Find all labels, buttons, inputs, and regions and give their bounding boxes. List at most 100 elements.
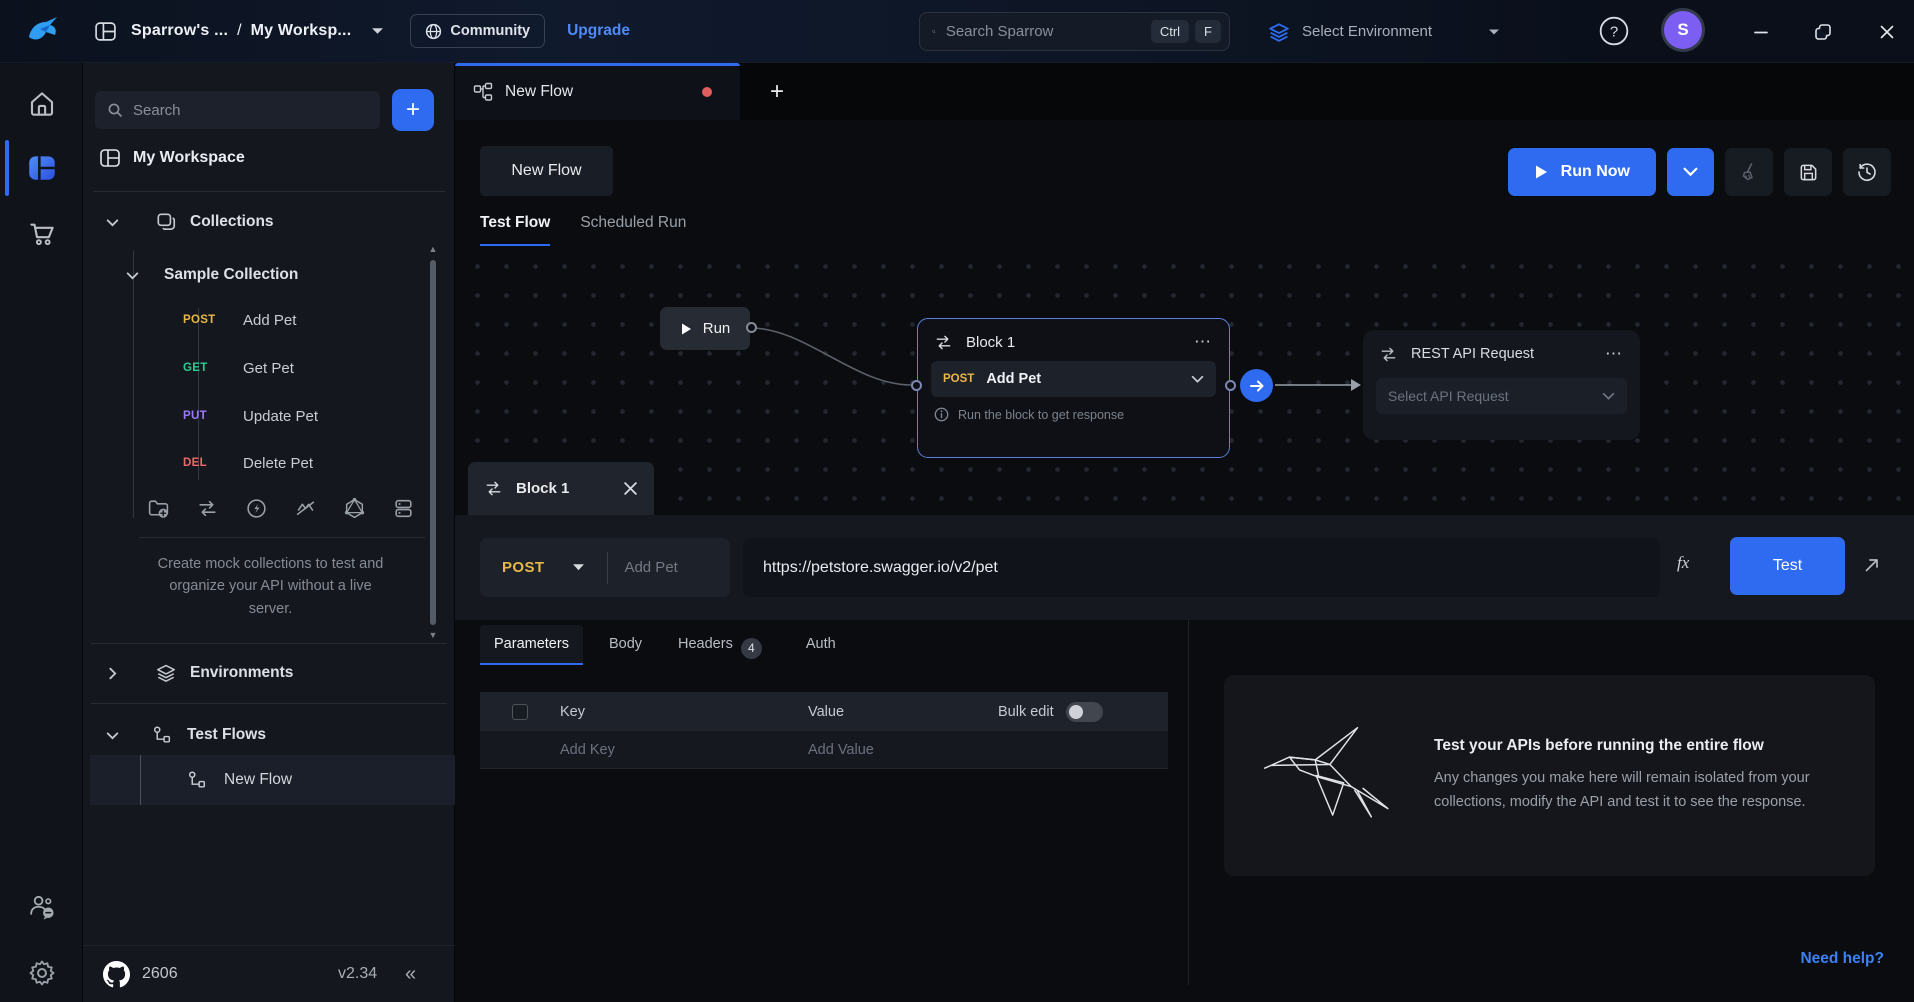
- add-value-placeholder[interactable]: Add Value: [808, 742, 998, 758]
- chevron-right-icon[interactable]: [105, 666, 120, 681]
- new-tab-button[interactable]: +: [760, 75, 794, 109]
- test-flow-icon: [187, 770, 208, 791]
- chevron-down-icon[interactable]: [105, 215, 120, 230]
- rail-home-button[interactable]: [0, 78, 83, 130]
- sidebar-search[interactable]: [95, 91, 380, 129]
- sidebar-footer: 2606 v2.34 «: [83, 945, 455, 1002]
- add-next-block-button[interactable]: [1240, 369, 1273, 402]
- tab-test-flow[interactable]: Test Flow: [480, 214, 550, 246]
- output-port[interactable]: [746, 322, 757, 333]
- chevron-down-icon[interactable]: [105, 728, 120, 743]
- more-menu-icon[interactable]: ⋯: [1605, 344, 1624, 364]
- block-request-select[interactable]: POST Add Pet: [931, 361, 1216, 397]
- rail-settings-button[interactable]: [0, 947, 83, 999]
- socketio-icon[interactable]: [245, 497, 268, 520]
- rail-workspace-button[interactable]: [0, 142, 83, 194]
- rest-request-select[interactable]: Select API Request: [1376, 378, 1627, 414]
- need-help-link[interactable]: Need help?: [1800, 950, 1884, 968]
- bulk-edit-toggle[interactable]: [1066, 702, 1103, 722]
- close-inspector-button[interactable]: [623, 481, 638, 496]
- rail-community-button[interactable]: [0, 881, 83, 933]
- rest-node-title: REST API Request: [1411, 346, 1534, 362]
- open-request-icon[interactable]: [1862, 555, 1882, 575]
- request-item[interactable]: POST Add Pet: [183, 305, 296, 335]
- request-item[interactable]: DEL Delete Pet: [183, 448, 313, 478]
- scroll-down-caret[interactable]: ▼: [428, 631, 438, 639]
- environment-selector[interactable]: Select Environment: [1268, 0, 1500, 63]
- tab-new-flow[interactable]: New Flow: [455, 63, 740, 120]
- github-icon[interactable]: [103, 961, 130, 988]
- flow-canvas[interactable]: Run Block 1 ⋯ POST Add Pet: [455, 250, 1914, 515]
- run-options-button[interactable]: [1667, 148, 1714, 196]
- history-button[interactable]: [1843, 148, 1891, 196]
- scroll-up-caret[interactable]: ▲: [428, 245, 438, 253]
- select-all-checkbox[interactable]: [512, 704, 528, 720]
- tab-body[interactable]: Body: [595, 625, 656, 663]
- add-folder-icon[interactable]: [147, 497, 170, 520]
- output-port[interactable]: [1225, 380, 1236, 391]
- people-chat-icon: [26, 891, 58, 923]
- add-key-placeholder[interactable]: Add Key: [560, 742, 808, 758]
- sidebar-scrollbar-thumb[interactable]: [430, 260, 436, 625]
- flow-title-button[interactable]: New Flow: [480, 146, 613, 196]
- url-input[interactable]: https://petstore.swagger.io/v2/pet: [743, 538, 1660, 597]
- help-button[interactable]: ?: [1598, 15, 1630, 47]
- clear-canvas-button[interactable]: [1725, 148, 1773, 196]
- run-now-button[interactable]: Run Now: [1508, 148, 1656, 196]
- run-node-label: Run: [703, 320, 731, 337]
- graphql-icon[interactable]: [343, 497, 366, 520]
- svg-text:?: ?: [1610, 23, 1618, 40]
- collapse-sidebar-button[interactable]: «: [405, 963, 414, 986]
- sidebar-item-collections[interactable]: Collections: [105, 205, 274, 239]
- topbar-left: Sparrow's ... / My Worksp... Community U…: [0, 14, 630, 48]
- sidebar-search-input[interactable]: [133, 102, 368, 119]
- sidebar-add-button[interactable]: +: [392, 89, 434, 131]
- tab-headers[interactable]: Headers4: [664, 625, 776, 670]
- chevron-down-icon[interactable]: [125, 268, 140, 283]
- more-menu-icon[interactable]: ⋯: [1194, 332, 1213, 352]
- tab-parameters[interactable]: Parameters: [480, 625, 583, 665]
- breadcrumb-workspace[interactable]: Sparrow's ...: [131, 22, 228, 40]
- help-icon: ?: [1598, 15, 1630, 47]
- global-search[interactable]: Ctrl F: [919, 12, 1230, 51]
- rest-node-header: REST API Request ⋯: [1363, 330, 1640, 374]
- window-restore-button[interactable]: [1808, 17, 1838, 47]
- bird-illustration: [1260, 713, 1398, 838]
- block-1-node[interactable]: Block 1 ⋯ POST Add Pet: [917, 318, 1230, 458]
- run-now-label: Run Now: [1561, 163, 1630, 181]
- rail-marketplace-button[interactable]: [0, 208, 83, 260]
- method-badge: DEL: [183, 457, 225, 469]
- user-avatar[interactable]: S: [1664, 11, 1702, 49]
- community-badge[interactable]: Community: [410, 14, 545, 48]
- tab-auth[interactable]: Auth: [792, 625, 850, 663]
- dynamic-expression-button[interactable]: fx: [1677, 553, 1689, 573]
- websocket-icon[interactable]: [294, 497, 317, 520]
- breadcrumb-workspace-name[interactable]: My Worksp...: [251, 22, 352, 40]
- window-close-button[interactable]: [1872, 17, 1902, 47]
- method-dropdown[interactable]: POST Add Pet: [480, 538, 730, 597]
- app-version: v2.34: [338, 965, 377, 983]
- mock-server-icon[interactable]: [392, 497, 415, 520]
- breadcrumb-caret-down-icon[interactable]: [371, 27, 384, 35]
- inspector-header-tab[interactable]: Block 1: [468, 462, 654, 515]
- community-label: Community: [450, 23, 530, 39]
- save-button[interactable]: [1784, 148, 1832, 196]
- sidebar-item-environments[interactable]: Environments: [105, 657, 293, 689]
- window-minimize-button[interactable]: [1746, 17, 1776, 47]
- run-start-node[interactable]: Run: [660, 307, 750, 350]
- test-button[interactable]: Test: [1730, 537, 1845, 595]
- input-port[interactable]: [911, 380, 922, 391]
- upgrade-link[interactable]: Upgrade: [567, 22, 630, 40]
- sidebar-item-test-flows[interactable]: Test Flows: [105, 719, 266, 751]
- sidebar-item-sample-collection[interactable]: Sample Collection: [125, 259, 298, 291]
- key-column-header: Key: [560, 704, 808, 720]
- rest-api-request-node[interactable]: REST API Request ⋯ Select API Request: [1363, 330, 1640, 440]
- rest-request-icon[interactable]: [196, 497, 219, 520]
- global-search-input[interactable]: [946, 23, 1145, 40]
- table-row[interactable]: Add Key Add Value: [480, 731, 1168, 769]
- request-item[interactable]: GET Get Pet: [183, 353, 294, 383]
- request-item[interactable]: PUT Update Pet: [183, 401, 318, 431]
- sidebar-item-new-flow[interactable]: New Flow: [90, 755, 455, 805]
- tab-scheduled-run[interactable]: Scheduled Run: [580, 214, 686, 246]
- sidebar: + My Workspace Collections: [83, 63, 455, 1002]
